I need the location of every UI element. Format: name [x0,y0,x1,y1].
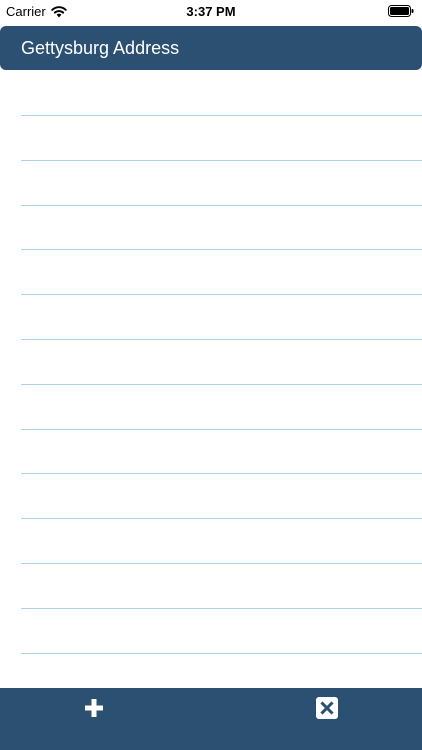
delete-button[interactable] [312,695,342,725]
note-line [21,429,422,430]
close-box-icon [316,696,338,724]
note-line [21,653,422,654]
title-bar: Gettysburg Address [0,26,422,70]
note-line [21,115,422,116]
note-line [21,563,422,564]
page-title: Gettysburg Address [21,37,180,58]
battery-icon [388,5,414,17]
note-line [21,608,422,609]
note-line [21,294,422,295]
bottom-toolbar [0,688,422,750]
notes-area[interactable] [0,70,422,688]
note-line [21,473,422,474]
note-line [21,339,422,340]
note-line [21,160,422,161]
note-line [21,249,422,250]
add-button[interactable] [79,695,109,725]
note-line [21,518,422,519]
status-time: 3:37 PM [186,4,236,19]
status-bar: Carrier 3:37 PM [0,0,422,22]
note-line [21,205,422,206]
plus-icon [84,698,104,723]
note-line [21,384,422,385]
